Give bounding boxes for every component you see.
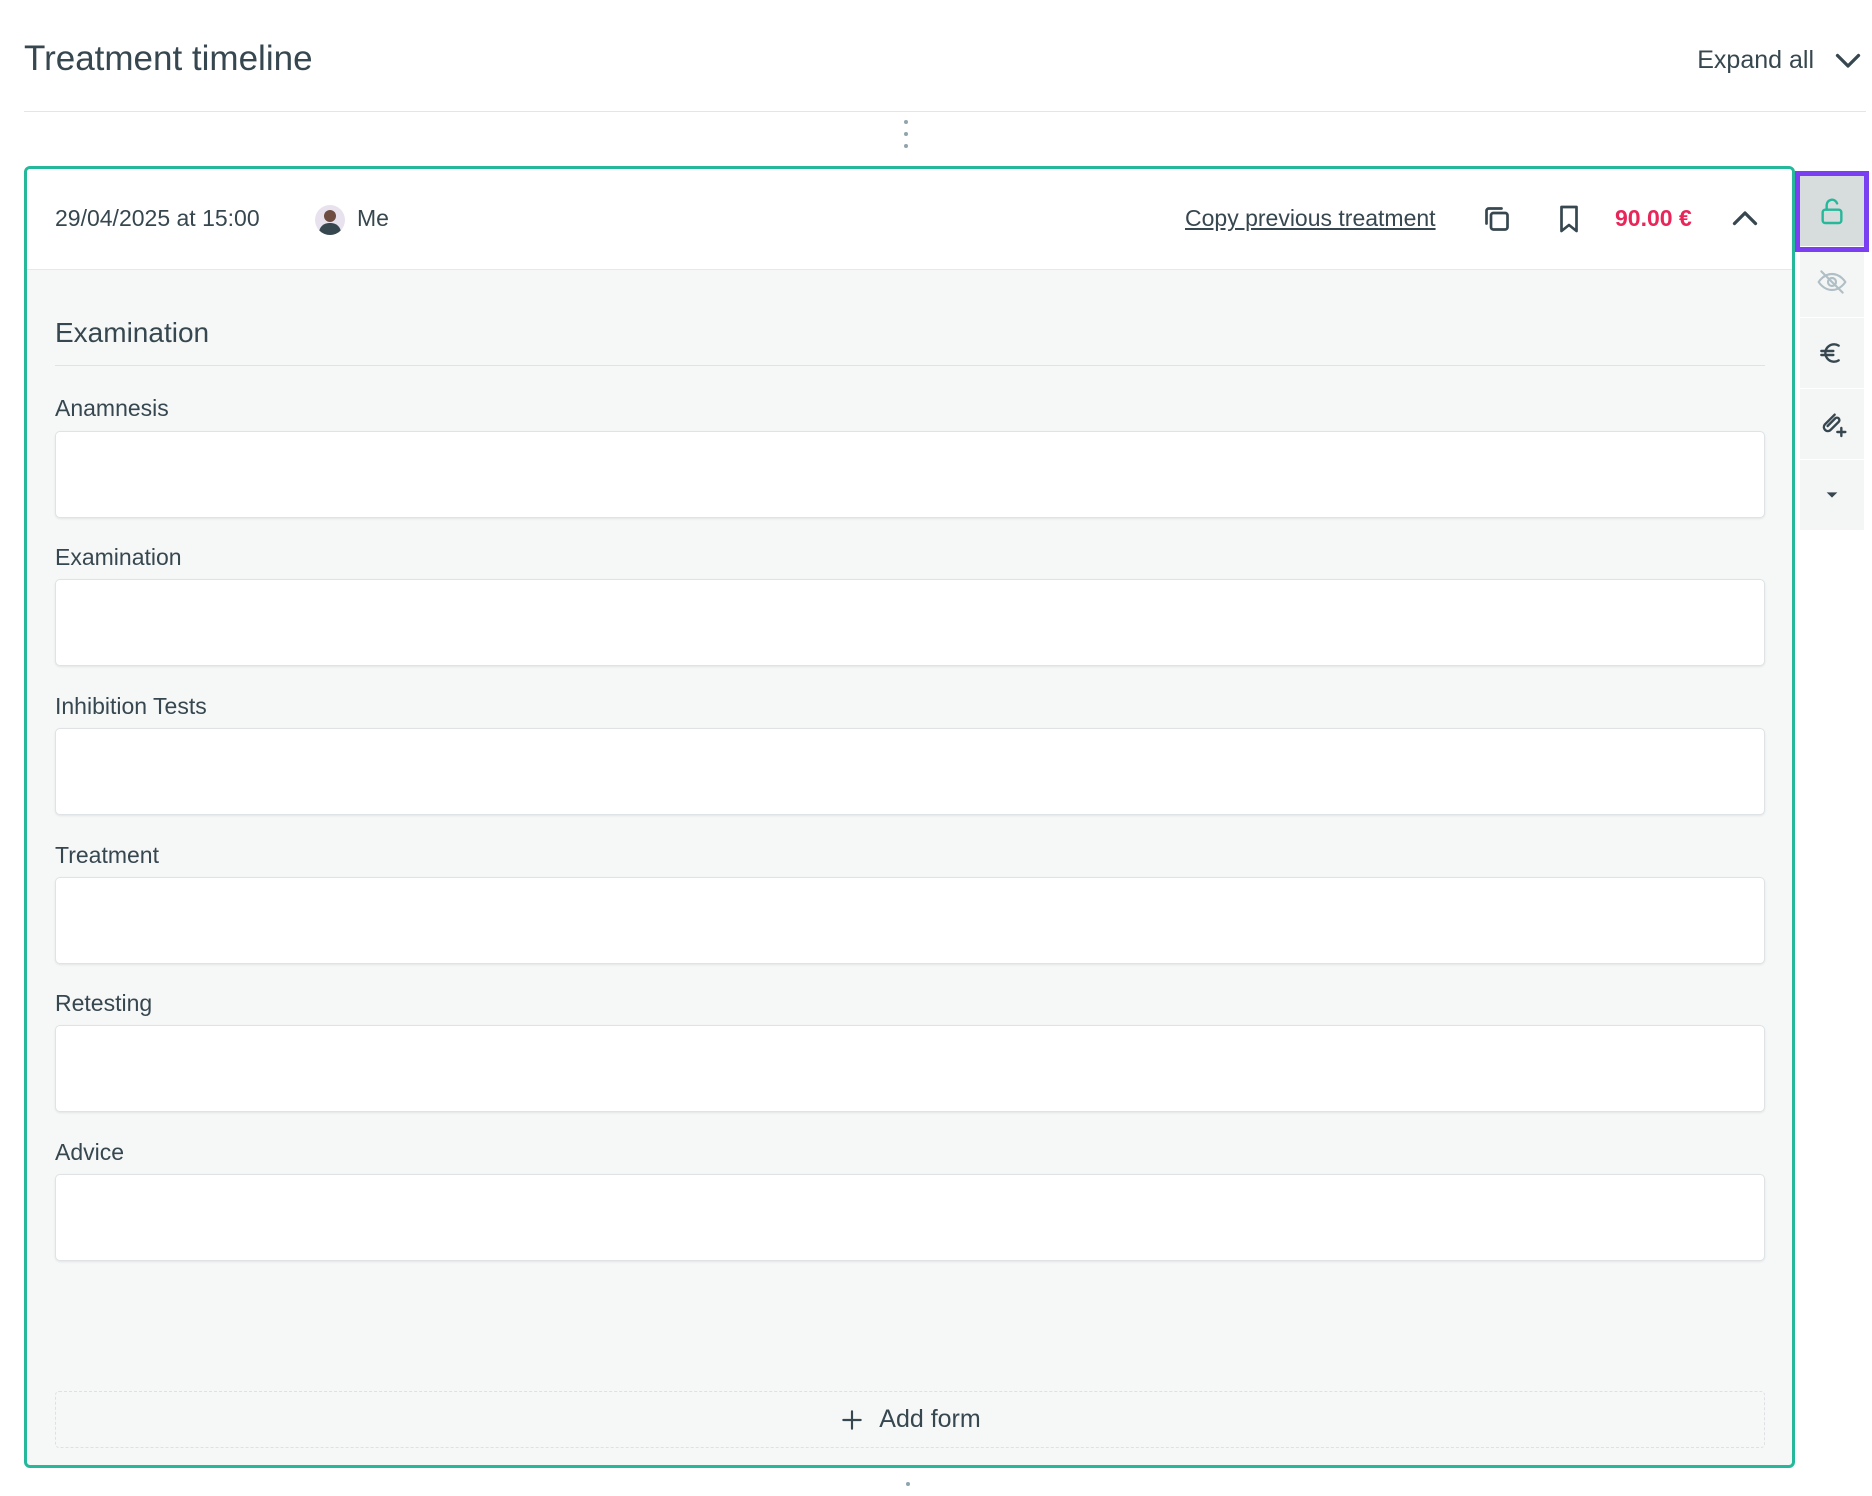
treatment-field[interactable] (55, 877, 1765, 964)
expand-all-label: Expand all (1697, 45, 1814, 74)
field-label-inhibition-tests: Inhibition Tests (55, 693, 207, 719)
treatment-entry-card: 29/04/2025 at 15:00 Me Copy previous tre… (24, 166, 1795, 1468)
attach-add-icon (1822, 413, 1847, 438)
inhibition-tests-field[interactable] (55, 728, 1765, 815)
side-toolbar (1795, 171, 1869, 531)
section-title: Examination (55, 317, 210, 348)
retesting-input[interactable] (56, 1026, 1764, 1111)
avatar (315, 205, 345, 235)
copy-previous-treatment-link[interactable]: Copy previous treatment (1185, 205, 1436, 232)
advice-input[interactable] (56, 1175, 1764, 1260)
lock-open-icon (1821, 198, 1843, 225)
entry-datetime: 29/04/2025 at 15:00 (55, 205, 260, 231)
page-title: Treatment timeline (24, 39, 313, 78)
field-label-examination: Examination (55, 544, 182, 570)
eye-off-icon (1817, 270, 1847, 294)
copy-icon[interactable] (1479, 201, 1515, 237)
inhibition-tests-input[interactable] (56, 729, 1764, 814)
field-label-advice: Advice (55, 1139, 125, 1165)
entry-user: Me (357, 205, 389, 231)
add-form-label: Add form (879, 1405, 981, 1433)
expand-all-button[interactable]: Expand all (1697, 42, 1866, 78)
attach-button[interactable] (1800, 389, 1864, 460)
add-form-button[interactable]: Add form (55, 1391, 1765, 1448)
euro-icon (1820, 343, 1840, 363)
timeline-connector-dot (906, 1482, 910, 1486)
timeline-connector-dots (904, 120, 910, 156)
more-button[interactable] (1800, 460, 1864, 531)
chevron-down-icon (1835, 53, 1861, 68)
field-label-treatment: Treatment (55, 842, 159, 868)
bookmark-icon[interactable] (1551, 201, 1587, 237)
chevron-up-icon[interactable] (1727, 201, 1763, 237)
advice-field[interactable] (55, 1174, 1765, 1261)
anamnesis-input[interactable] (56, 432, 1764, 517)
section-divider (55, 365, 1765, 366)
billing-button[interactable] (1800, 318, 1864, 389)
field-label-anamnesis: Anamnesis (55, 395, 169, 421)
plus-icon (842, 1409, 863, 1430)
visibility-button[interactable] (1800, 247, 1864, 318)
lock-button[interactable] (1795, 171, 1869, 252)
examination-input[interactable] (56, 580, 1764, 665)
examination-field[interactable] (55, 579, 1765, 666)
caret-down-icon (1826, 492, 1838, 498)
treatment-input[interactable] (56, 878, 1764, 963)
timeline-header: Treatment timeline Expand all (24, 0, 1866, 112)
entry-price: 90.00 € (1615, 205, 1692, 231)
field-label-retesting: Retesting (55, 990, 153, 1016)
entry-header: 29/04/2025 at 15:00 Me Copy previous tre… (27, 169, 1792, 270)
anamnesis-field[interactable] (55, 431, 1765, 518)
retesting-field[interactable] (55, 1025, 1765, 1112)
